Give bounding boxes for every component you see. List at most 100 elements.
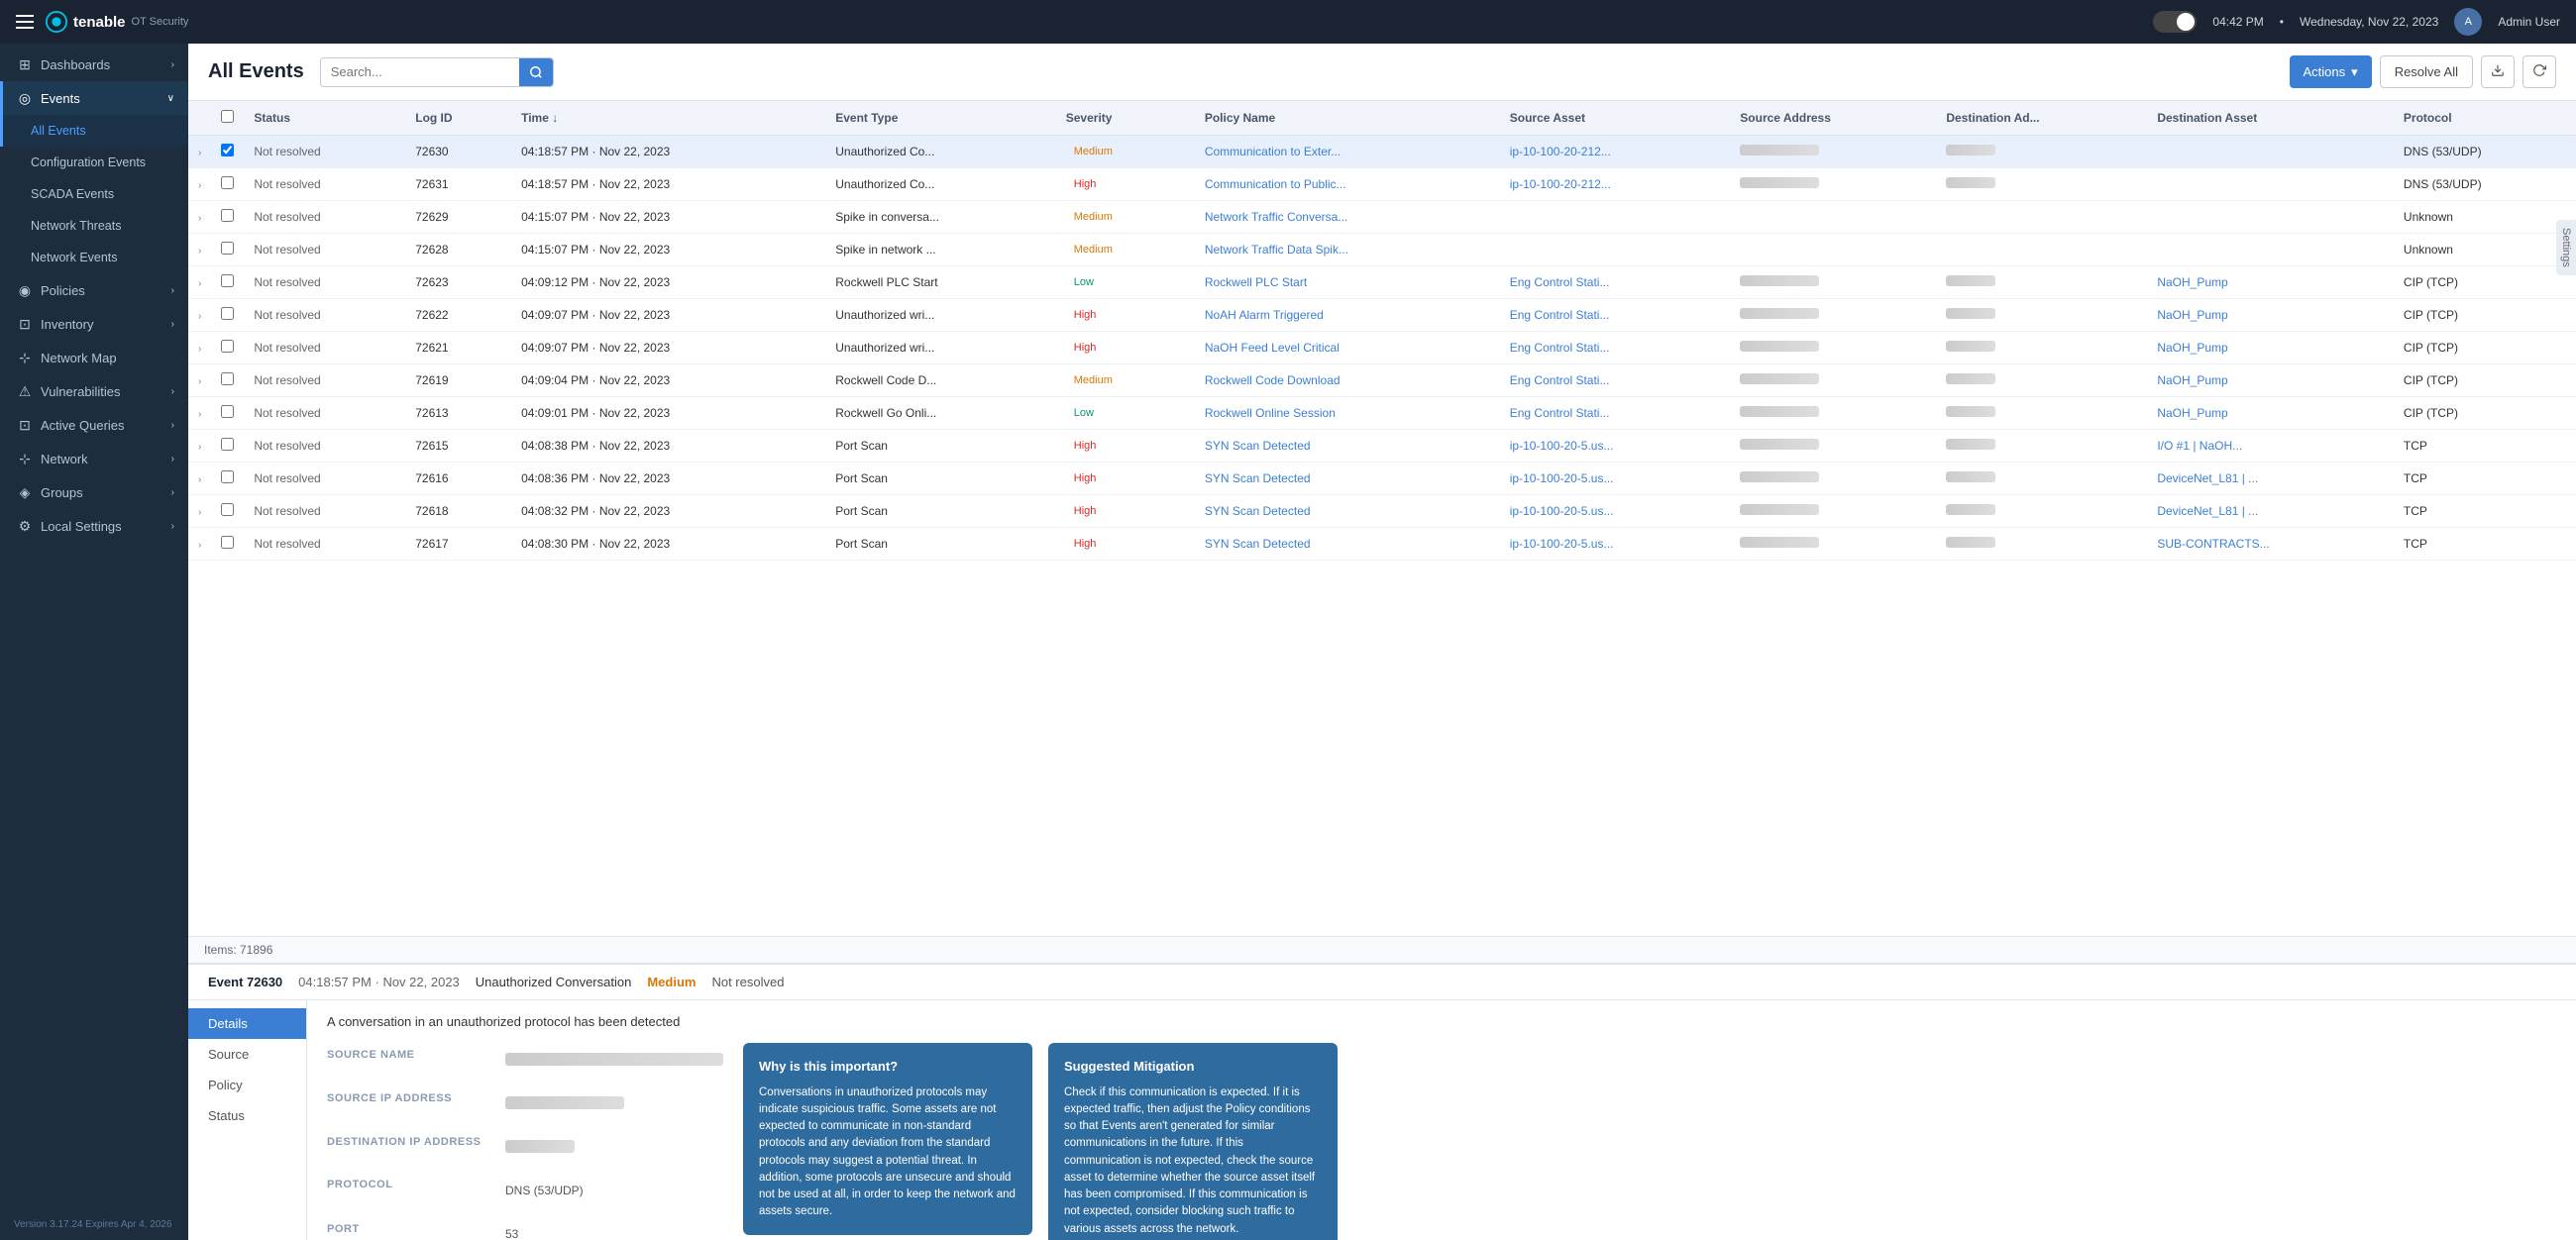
row-expand[interactable]: › bbox=[188, 495, 211, 528]
table-row[interactable]: › Not resolved 72617 04:08:30 PM · Nov 2… bbox=[188, 528, 2576, 561]
sidebar-item-network-events[interactable]: Network Events bbox=[0, 242, 188, 273]
table-row[interactable]: › Not resolved 72630 04:18:57 PM · Nov 2… bbox=[188, 136, 2576, 168]
row-checkbox-cell[interactable] bbox=[211, 136, 244, 168]
row-dest-asset[interactable]: NaOH_Pump bbox=[2147, 397, 2394, 430]
row-checkbox[interactable] bbox=[221, 536, 234, 549]
row-checkbox[interactable] bbox=[221, 242, 234, 255]
dest-asset-link[interactable]: NaOH_Pump bbox=[2157, 275, 2227, 289]
sidebar-item-dashboards[interactable]: ⊞ Dashboards › bbox=[0, 48, 188, 81]
sidebar-item-network-map[interactable]: ⊹ Network Map bbox=[0, 341, 188, 374]
col-dest-asset[interactable]: Destination Asset bbox=[2147, 101, 2394, 136]
table-row[interactable]: › Not resolved 72628 04:15:07 PM · Nov 2… bbox=[188, 234, 2576, 266]
expand-icon[interactable]: › bbox=[198, 442, 201, 453]
select-all-checkbox[interactable] bbox=[221, 110, 234, 123]
source-asset-link[interactable]: ip-10-100-20-5.us... bbox=[1510, 504, 1614, 518]
row-dest-asset[interactable]: NaOH_Pump bbox=[2147, 266, 2394, 299]
policy-link[interactable]: Network Traffic Data Spik... bbox=[1205, 243, 1348, 257]
col-dest-address[interactable]: Destination Ad... bbox=[1936, 101, 2147, 136]
expand-icon[interactable]: › bbox=[198, 246, 201, 257]
policy-link[interactable]: SYN Scan Detected bbox=[1205, 439, 1311, 453]
expand-icon[interactable]: › bbox=[198, 344, 201, 355]
col-protocol[interactable]: Protocol bbox=[2394, 101, 2576, 136]
row-checkbox[interactable] bbox=[221, 470, 234, 483]
row-checkbox-cell[interactable] bbox=[211, 528, 244, 561]
row-policy[interactable]: Rockwell Online Session bbox=[1195, 397, 1500, 430]
row-source-asset[interactable]: ip-10-100-20-5.us... bbox=[1500, 528, 1731, 561]
table-row[interactable]: › Not resolved 72621 04:09:07 PM · Nov 2… bbox=[188, 332, 2576, 364]
row-policy[interactable]: Network Traffic Conversa... bbox=[1195, 201, 1500, 234]
sidebar-item-network[interactable]: ⊹ Network › bbox=[0, 442, 188, 475]
row-expand[interactable]: › bbox=[188, 528, 211, 561]
expand-icon[interactable]: › bbox=[198, 409, 201, 420]
row-checkbox[interactable] bbox=[221, 405, 234, 418]
row-checkbox-cell[interactable] bbox=[211, 364, 244, 397]
row-dest-asset[interactable]: NaOH_Pump bbox=[2147, 332, 2394, 364]
row-source-asset[interactable]: ip-10-100-20-5.us... bbox=[1500, 495, 1731, 528]
row-expand[interactable]: › bbox=[188, 136, 211, 168]
row-dest-asset[interactable]: SUB-CONTRACTS... bbox=[2147, 528, 2394, 561]
policy-link[interactable]: NoAH Alarm Triggered bbox=[1205, 308, 1324, 322]
row-dest-asset[interactable] bbox=[2147, 201, 2394, 234]
table-row[interactable]: › Not resolved 72623 04:09:12 PM · Nov 2… bbox=[188, 266, 2576, 299]
row-checkbox[interactable] bbox=[221, 144, 234, 156]
sidebar-item-all-events[interactable]: All Events bbox=[0, 115, 188, 147]
row-checkbox-cell[interactable] bbox=[211, 168, 244, 201]
row-checkbox[interactable] bbox=[221, 503, 234, 516]
row-policy[interactable]: Network Traffic Data Spik... bbox=[1195, 234, 1500, 266]
table-row[interactable]: › Not resolved 72631 04:18:57 PM · Nov 2… bbox=[188, 168, 2576, 201]
source-asset-link[interactable]: ip-10-100-20-212... bbox=[1510, 145, 1611, 158]
row-policy[interactable]: SYN Scan Detected bbox=[1195, 528, 1500, 561]
col-policy-name[interactable]: Policy Name bbox=[1195, 101, 1500, 136]
policy-link[interactable]: Communication to Exter... bbox=[1205, 145, 1341, 158]
row-expand[interactable]: › bbox=[188, 397, 211, 430]
dest-asset-link[interactable]: DeviceNet_L81 | ... bbox=[2157, 504, 2258, 518]
dest-asset-link[interactable]: SUB-CONTRACTS... bbox=[2157, 537, 2269, 551]
row-dest-asset[interactable] bbox=[2147, 234, 2394, 266]
row-policy[interactable]: Rockwell Code Download bbox=[1195, 364, 1500, 397]
row-policy[interactable]: NoAH Alarm Triggered bbox=[1195, 299, 1500, 332]
source-asset-link[interactable]: ip-10-100-20-5.us... bbox=[1510, 471, 1614, 485]
policy-link[interactable]: SYN Scan Detected bbox=[1205, 537, 1311, 551]
expand-icon[interactable]: › bbox=[198, 148, 201, 158]
row-dest-asset[interactable]: NaOH_Pump bbox=[2147, 364, 2394, 397]
dest-asset-link[interactable]: NaOH_Pump bbox=[2157, 373, 2227, 387]
detail-nav-details[interactable]: Details bbox=[188, 1008, 306, 1039]
sidebar-item-scada-events[interactable]: SCADA Events bbox=[0, 178, 188, 210]
row-checkbox-cell[interactable] bbox=[211, 463, 244, 495]
row-policy[interactable]: Rockwell PLC Start bbox=[1195, 266, 1500, 299]
expand-icon[interactable]: › bbox=[198, 213, 201, 224]
col-event-type[interactable]: Event Type bbox=[825, 101, 1056, 136]
dest-asset-link[interactable]: NaOH_Pump bbox=[2157, 308, 2227, 322]
dest-asset-link[interactable]: NaOH_Pump bbox=[2157, 406, 2227, 420]
expand-icon[interactable]: › bbox=[198, 180, 201, 191]
expand-icon[interactable]: › bbox=[198, 278, 201, 289]
sidebar-item-active-queries[interactable]: ⊡ Active Queries › bbox=[0, 408, 188, 442]
sidebar-item-network-threats[interactable]: Network Threats bbox=[0, 210, 188, 242]
sidebar-item-groups[interactable]: ◈ Groups › bbox=[0, 475, 188, 509]
row-expand[interactable]: › bbox=[188, 463, 211, 495]
row-checkbox-cell[interactable] bbox=[211, 430, 244, 463]
refresh-button[interactable] bbox=[2522, 55, 2556, 88]
row-dest-asset[interactable] bbox=[2147, 168, 2394, 201]
policy-link[interactable]: NaOH Feed Level Critical bbox=[1205, 341, 1340, 355]
row-source-asset[interactable]: ip-10-100-20-212... bbox=[1500, 168, 1731, 201]
actions-button[interactable]: Actions ▾ bbox=[2290, 55, 2372, 88]
policy-link[interactable]: SYN Scan Detected bbox=[1205, 504, 1311, 518]
row-policy[interactable]: SYN Scan Detected bbox=[1195, 463, 1500, 495]
search-button[interactable] bbox=[519, 58, 553, 86]
row-checkbox[interactable] bbox=[221, 340, 234, 353]
col-source-address[interactable]: Source Address bbox=[1730, 101, 1936, 136]
detail-nav-policy[interactable]: Policy bbox=[188, 1070, 306, 1100]
row-expand[interactable]: › bbox=[188, 332, 211, 364]
row-source-asset[interactable]: Eng Control Stati... bbox=[1500, 397, 1731, 430]
policy-link[interactable]: Rockwell PLC Start bbox=[1205, 275, 1307, 289]
row-policy[interactable]: Communication to Exter... bbox=[1195, 136, 1500, 168]
row-policy[interactable]: Communication to Public... bbox=[1195, 168, 1500, 201]
source-asset-link[interactable]: Eng Control Stati... bbox=[1510, 308, 1610, 322]
table-row[interactable]: › Not resolved 72629 04:15:07 PM · Nov 2… bbox=[188, 201, 2576, 234]
policy-link[interactable]: Rockwell Code Download bbox=[1205, 373, 1341, 387]
row-checkbox-cell[interactable] bbox=[211, 397, 244, 430]
row-expand[interactable]: › bbox=[188, 234, 211, 266]
row-checkbox-cell[interactable] bbox=[211, 234, 244, 266]
row-checkbox-cell[interactable] bbox=[211, 299, 244, 332]
